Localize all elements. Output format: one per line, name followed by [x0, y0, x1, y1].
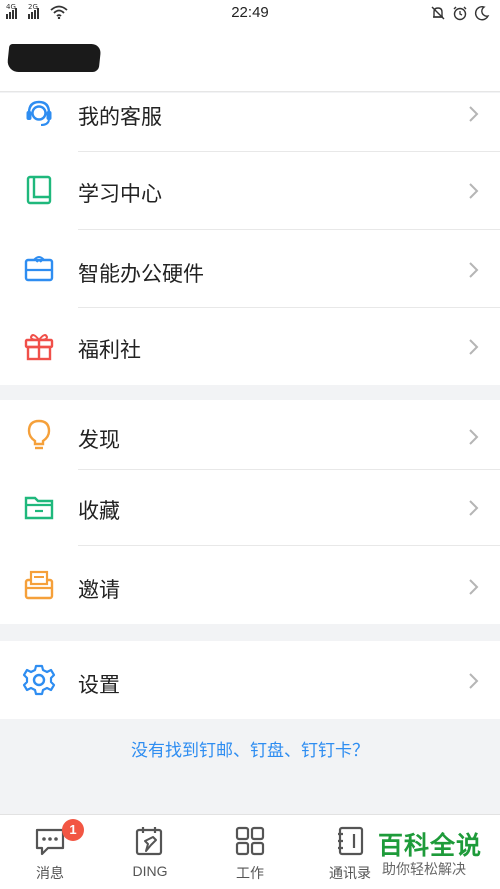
- gift-icon: [24, 334, 54, 361]
- menu-item-label: 福利社: [78, 339, 141, 362]
- menu-item-label: 智能办公硬件: [78, 263, 204, 286]
- menu-item-learning-center[interactable]: 学习中心: [0, 152, 500, 230]
- headset-icon: [26, 100, 52, 126]
- menu-item-customer-service[interactable]: 我的客服: [0, 93, 500, 152]
- ding-icon: [135, 827, 163, 856]
- menu-item-invite[interactable]: 邀请: [0, 546, 500, 624]
- menu-item-welfare[interactable]: 福利社: [0, 308, 500, 385]
- menu-item-settings[interactable]: 设置: [0, 641, 500, 719]
- status-bar: 4G 2G 22:49: [0, 0, 500, 26]
- menu-item-discover[interactable]: 发现: [0, 400, 500, 470]
- watermark: 百科全说 助你轻松解决: [372, 826, 496, 884]
- book-icon: [26, 175, 52, 205]
- hardware-icon: [24, 256, 54, 282]
- menu-item-label: 我的客服: [78, 106, 162, 129]
- clock: 22:49: [231, 4, 269, 21]
- menu-item-label: 收藏: [78, 500, 120, 523]
- chevron-right-icon: [469, 500, 479, 516]
- menu-item-label: 邀请: [78, 579, 120, 602]
- envelope-icon: [24, 570, 54, 600]
- chevron-right-icon: [469, 183, 479, 199]
- bell-off-icon: [431, 6, 445, 20]
- tab-work[interactable]: 工作: [200, 815, 300, 889]
- contacts-icon: [338, 826, 364, 856]
- tab-ding[interactable]: DING: [100, 815, 200, 889]
- tab-label: DING: [132, 863, 168, 879]
- chevron-right-icon: [469, 106, 479, 122]
- menu-item-smart-hardware[interactable]: 智能办公硬件: [0, 230, 500, 308]
- menu-item-label: 学习中心: [78, 183, 162, 206]
- chevron-right-icon: [469, 673, 479, 689]
- menu-group-2: 发现 收藏 邀请: [0, 400, 500, 624]
- menu-group-1: 我的客服 学习中心 智能办公硬件 福利社: [0, 93, 500, 385]
- status-icons: [430, 5, 490, 21]
- menu-group-3: 设置: [0, 641, 500, 719]
- gear-icon: [22, 664, 56, 696]
- chevron-right-icon: [469, 579, 479, 595]
- watermark-title: 百科全说: [378, 832, 483, 860]
- unread-badge: 1: [62, 819, 84, 841]
- folder-icon: [24, 496, 54, 520]
- moon-icon: [474, 6, 490, 21]
- more-services-link[interactable]: 没有找到钉邮、钉盘、钉钉卡？: [0, 736, 500, 761]
- grid-icon: [235, 826, 265, 856]
- watermark-subtitle: 助你轻松解决: [382, 861, 466, 877]
- chevron-right-icon: [469, 262, 479, 278]
- alarm-icon: [453, 6, 467, 21]
- lightbulb-icon: [27, 419, 51, 450]
- tab-label: 消息: [36, 865, 64, 881]
- chevron-right-icon: [469, 429, 479, 445]
- menu-item-label: 设置: [78, 674, 120, 697]
- profile-header: [0, 26, 500, 92]
- menu-item-label: 发现: [78, 429, 120, 452]
- chevron-right-icon: [469, 339, 479, 355]
- tab-label: 工作: [236, 865, 264, 881]
- redacted-username: [6, 44, 102, 72]
- menu-item-favorites[interactable]: 收藏: [0, 470, 500, 546]
- tab-messages[interactable]: 1 消息: [0, 815, 100, 889]
